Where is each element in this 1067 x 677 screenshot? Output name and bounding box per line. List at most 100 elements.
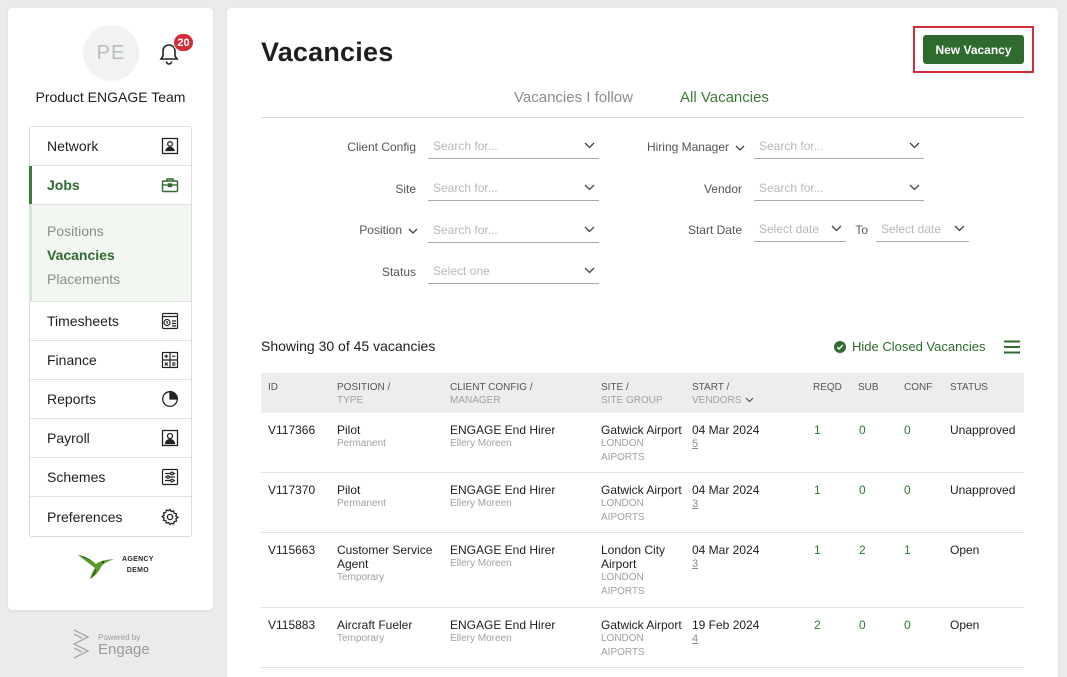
cell-id: V115883 [268,618,316,632]
table-header: ID POSITION / TYPE CLIENT CONFIG / MANAGER… [261,373,1024,413]
cell-position: Pilot Permanent [337,423,386,451]
cell-type: Temporary [337,633,385,644]
filter-position-text: Position [359,223,402,237]
vendor-input[interactable]: Search for... [754,176,924,201]
end-date-input[interactable]: Select date [876,217,969,242]
nav-reports[interactable]: Reports [30,380,191,419]
subnav-placements[interactable]: Placements [47,267,191,291]
col-client-config[interactable]: CLIENT CONFIG / MANAGER [450,381,533,407]
cell-reqd: 1 [814,543,821,557]
chevron-down-icon [735,145,745,151]
hide-closed-label: Hide Closed Vacancies [852,339,986,354]
cell-client-text: ENGAGE End Hirer [450,423,556,437]
cell-status: Open [950,618,980,632]
vacancy-tabs: Vacancies I follow All Vacancies [261,87,1024,118]
nav-reports-label: Reports [47,391,97,407]
cell-site-text-2: Airport [601,557,637,571]
filter-to-label: To [855,223,868,237]
chevron-down-icon [408,228,418,234]
chevron-down-icon [831,225,842,232]
new-vacancy-button[interactable]: New Vacancy [923,35,1024,64]
chevron-down-icon [954,225,965,232]
vendor-placeholder: Search for... [759,181,824,195]
nav-payroll[interactable]: Payroll [30,419,191,458]
cell-status: Unapproved [950,423,1016,437]
nav-timesheets-label: Timesheets [47,313,119,329]
cell-manager: Ellery Moreen [450,498,512,509]
status-placeholder: Select one [433,264,490,278]
col-position-sub: TYPE [337,395,364,406]
vendors-link[interactable]: 5 [692,437,759,451]
col-conf[interactable]: CONF [904,381,932,394]
cell-manager: Ellery Moreen [450,558,512,569]
col-position[interactable]: POSITION / TYPE [337,381,390,407]
team-name: Product ENGAGE Team [35,89,186,105]
nav-timesheets[interactable]: Timesheets [30,302,191,341]
jobs-subnav: Positions Vacancies Placements [29,205,191,302]
chevron-down-icon [909,142,920,149]
cell-conf: 1 [904,543,911,557]
vendors-link[interactable]: 4 [692,632,759,646]
cell-sub: 0 [859,423,866,437]
hummingbird-logo-icon [78,555,114,579]
client-config-input[interactable]: Search for... [428,134,599,159]
table-row[interactable]: V115883 Aircraft Fueler Temporary ENGAGE … [261,608,1024,668]
nav-network[interactable]: Network [30,127,191,166]
cell-client-text: ENGAGE End Hirer [450,543,556,557]
cell-id: V117370 [268,483,316,497]
nav-preferences[interactable]: Preferences [30,497,191,536]
main-panel: Vacancies New Vacancy Vacancies I follow… [227,8,1058,677]
col-reqd[interactable]: REQD [813,381,842,394]
cell-site-text: Gatwick Airport [601,618,682,632]
site-input[interactable]: Search for... [428,176,599,201]
cell-start-date: 19 Feb 2024 [692,618,760,632]
cell-manager: Ellery Moreen [450,438,512,449]
cell-type: Permanent [337,498,386,509]
table-row[interactable]: V117366 Pilot Permanent ENGAGE End Hirer E… [261,413,1024,473]
cell-site-group-1: LONDON [601,633,644,644]
vendors-link[interactable]: 3 [692,497,759,511]
nav-finance[interactable]: Finance [30,341,191,380]
agency-logo: AGENCY DEMO [76,550,154,580]
cell-client: ENGAGE End Hirer Ellery Moreen [450,618,555,646]
col-start[interactable]: START / VENDORS [692,381,754,407]
start-date-input[interactable]: Select date [754,217,846,242]
filter-status-label: Status [381,265,416,279]
cell-position-text: Customer Service [337,543,433,557]
cell-site: Gatwick Airport LONDON AIPORTS [601,423,682,465]
person-card-icon [161,429,179,447]
col-site-title: SITE / [601,382,629,393]
chevron-down-icon [584,267,595,274]
nav-jobs[interactable]: Jobs [29,166,191,205]
col-status[interactable]: STATUS [950,381,988,394]
table-row[interactable]: V117370 Pilot Permanent ENGAGE End Hirer E… [261,473,1024,533]
nav-finance-label: Finance [47,352,97,368]
filter-hiring-manager-label[interactable]: Hiring Manager [607,140,745,154]
col-id[interactable]: ID [268,381,278,394]
tab-vacancies-i-follow[interactable]: Vacancies I follow [514,89,633,106]
client-config-placeholder: Search for... [433,139,498,153]
check-circle-icon [834,340,846,353]
tab-all-vacancies[interactable]: All Vacancies [680,89,769,106]
cell-start: 19 Feb 2024 4 [692,618,759,646]
vendors-link[interactable]: 3 [692,557,759,571]
brand-line-2: DEMO [126,567,149,574]
cell-sub: 2 [859,543,866,557]
subnav-vacancies[interactable]: Vacancies [47,243,191,267]
table-row[interactable]: V115663 Customer Service Agent Temporary E… [261,533,1024,608]
hiring-manager-input[interactable]: Search for... [754,134,924,159]
cell-status: Open [950,543,980,557]
avatar[interactable]: PE [83,25,139,81]
hide-closed-toggle[interactable]: Hide Closed Vacancies [834,339,985,354]
col-sub[interactable]: SUB [858,381,879,394]
col-start-sub: VENDORS [692,394,754,407]
nav-schemes[interactable]: Schemes [30,458,191,497]
hamburger-menu-icon[interactable] [1004,340,1020,354]
subnav-positions[interactable]: Positions [47,219,191,243]
col-start-title: START / [692,382,730,393]
position-input[interactable]: Search for... [428,218,599,243]
filter-position-label[interactable]: Position [287,223,418,237]
cell-client-text: ENGAGE End Hirer [450,483,556,497]
col-site[interactable]: SITE / SITE GROUP [601,381,663,407]
status-select[interactable]: Select one [428,259,599,284]
